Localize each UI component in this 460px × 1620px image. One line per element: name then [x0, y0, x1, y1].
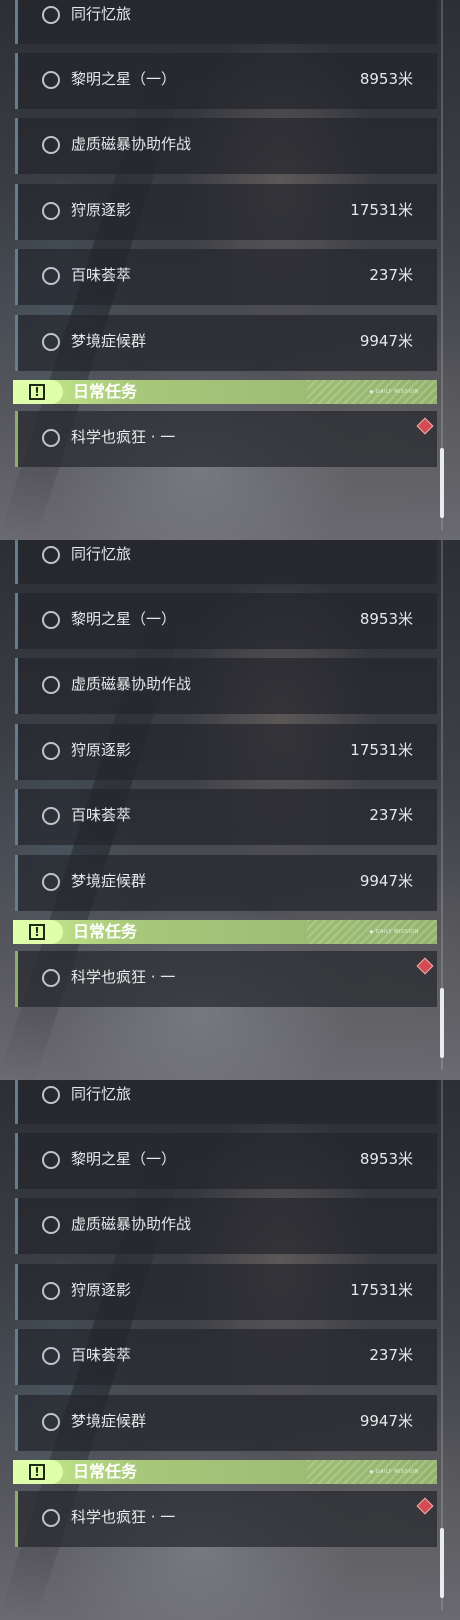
- circle-outline-icon: [42, 1413, 60, 1431]
- daily-quest-header[interactable]: ! 日常任务 ◆ DAILY MISSION: [13, 380, 437, 404]
- quest-panel: 同行忆旅 黎明之星（一） 8953米 虚质磁暴协助作战 狩原逐影 17531米 …: [0, 0, 460, 540]
- quest-distance: 9947米: [359, 872, 413, 890]
- circle-outline-icon: [42, 742, 60, 760]
- circle-outline-icon: [42, 1509, 60, 1527]
- quest-row[interactable]: 百味荟萃 237米: [15, 249, 437, 305]
- quest-distance: 9947米: [359, 332, 413, 350]
- circle-outline-icon: [42, 202, 60, 220]
- quest-name: 百味荟萃: [71, 1346, 132, 1364]
- quest-name: 黎明之星（一）: [71, 70, 177, 88]
- quest-distance: 237米: [369, 806, 413, 824]
- quest-name: 狩原逐影: [71, 741, 132, 759]
- circle-outline-icon: [42, 611, 60, 629]
- circle-outline-icon: [42, 6, 60, 24]
- circle-outline-icon: [42, 807, 60, 825]
- quest-row[interactable]: 百味荟萃 237米: [15, 789, 437, 845]
- quest-name: 科学也疯狂 · 一: [71, 968, 176, 986]
- quest-row[interactable]: 狩原逐影 17531米: [15, 1264, 437, 1320]
- quest-row[interactable]: 虚质磁暴协助作战: [15, 658, 437, 714]
- circle-outline-icon: [42, 1282, 60, 1300]
- quest-row[interactable]: 狩原逐影 17531米: [15, 724, 437, 780]
- quest-row[interactable]: 狩原逐影 17531米: [15, 184, 437, 240]
- quest-name: 同行忆旅: [71, 1085, 132, 1103]
- quest-row[interactable]: 同行忆旅: [15, 1080, 437, 1124]
- exclamation-box-icon: !: [29, 924, 45, 940]
- quest-name: 梦境症候群: [71, 872, 147, 890]
- quest-name: 百味荟萃: [71, 806, 132, 824]
- scrollbar-thumb[interactable]: [440, 1528, 444, 1598]
- quest-panel: 同行忆旅 黎明之星（一） 8953米 虚质磁暴协助作战 狩原逐影 17531米 …: [0, 1080, 460, 1620]
- quest-name: 百味荟萃: [71, 266, 132, 284]
- quest-distance: 8953米: [359, 610, 413, 628]
- circle-outline-icon: [42, 429, 60, 447]
- circle-outline-icon: [42, 1347, 60, 1365]
- quest-name: 同行忆旅: [71, 545, 132, 563]
- scrollbar-thumb[interactable]: [440, 448, 444, 518]
- quest-distance: 237米: [369, 1346, 413, 1364]
- quest-name: 黎明之星（一）: [71, 610, 177, 628]
- circle-outline-icon: [42, 71, 60, 89]
- quest-name: 虚质磁暴协助作战: [71, 675, 192, 693]
- quest-row[interactable]: 百味荟萃 237米: [15, 1329, 437, 1385]
- daily-quest-title: 日常任务: [73, 922, 138, 941]
- daily-quest-tag: ◆ DAILY MISSION: [369, 389, 419, 395]
- circle-outline-icon: [42, 333, 60, 351]
- quest-distance: 17531米: [350, 741, 413, 759]
- quest-row[interactable]: 梦境症候群 9947米: [15, 315, 437, 371]
- quest-row[interactable]: 黎明之星（一） 8953米: [15, 53, 437, 109]
- circle-outline-icon: [42, 1086, 60, 1104]
- daily-quest-title: 日常任务: [73, 1462, 138, 1481]
- circle-outline-icon: [42, 873, 60, 891]
- quest-name: 梦境症候群: [71, 1412, 147, 1430]
- daily-quest-row[interactable]: 科学也疯狂 · 一: [15, 411, 437, 467]
- circle-outline-icon: [42, 969, 60, 987]
- daily-quest-header[interactable]: ! 日常任务 ◆ DAILY MISSION: [13, 920, 437, 944]
- quest-distance: 8953米: [359, 70, 413, 88]
- quest-distance: 9947米: [359, 1412, 413, 1430]
- quest-distance: 17531米: [350, 201, 413, 219]
- daily-icon-badge: !: [13, 1460, 63, 1484]
- quest-row[interactable]: 同行忆旅: [15, 540, 437, 584]
- daily-quest-tag: ◆ DAILY MISSION: [369, 929, 419, 935]
- quest-distance: 17531米: [350, 1281, 413, 1299]
- quest-panel: 同行忆旅 黎明之星（一） 8953米 虚质磁暴协助作战 狩原逐影 17531米 …: [0, 540, 460, 1080]
- quest-distance: 8953米: [359, 1150, 413, 1168]
- quest-row[interactable]: 虚质磁暴协助作战: [15, 1198, 437, 1254]
- quest-row[interactable]: 梦境症候群 9947米: [15, 855, 437, 911]
- scrollbar-thumb[interactable]: [440, 988, 444, 1058]
- circle-outline-icon: [42, 1216, 60, 1234]
- quest-name: 梦境症候群: [71, 332, 147, 350]
- quest-name: 虚质磁暴协助作战: [71, 135, 192, 153]
- circle-outline-icon: [42, 676, 60, 694]
- daily-quest-row[interactable]: 科学也疯狂 · 一: [15, 1491, 437, 1547]
- daily-quest-row[interactable]: 科学也疯狂 · 一: [15, 951, 437, 1007]
- quest-name: 黎明之星（一）: [71, 1150, 177, 1168]
- daily-quest-header[interactable]: ! 日常任务 ◆ DAILY MISSION: [13, 1460, 437, 1484]
- daily-quest-tag: ◆ DAILY MISSION: [369, 1469, 419, 1475]
- quest-name: 虚质磁暴协助作战: [71, 1215, 192, 1233]
- circle-outline-icon: [42, 546, 60, 564]
- quest-row[interactable]: 梦境症候群 9947米: [15, 1395, 437, 1451]
- exclamation-box-icon: !: [29, 384, 45, 400]
- exclamation-box-icon: !: [29, 1464, 45, 1480]
- daily-icon-badge: !: [13, 920, 63, 944]
- circle-outline-icon: [42, 136, 60, 154]
- quest-name: 科学也疯狂 · 一: [71, 428, 176, 446]
- quest-row[interactable]: 虚质磁暴协助作战: [15, 118, 437, 174]
- quest-row[interactable]: 黎明之星（一） 8953米: [15, 1133, 437, 1189]
- daily-icon-badge: !: [13, 380, 63, 404]
- quest-row[interactable]: 同行忆旅: [15, 0, 437, 44]
- circle-outline-icon: [42, 267, 60, 285]
- quest-name: 狩原逐影: [71, 201, 132, 219]
- daily-quest-title: 日常任务: [73, 382, 138, 401]
- quest-name: 狩原逐影: [71, 1281, 132, 1299]
- circle-outline-icon: [42, 1151, 60, 1169]
- quest-name: 科学也疯狂 · 一: [71, 1508, 176, 1526]
- quest-distance: 237米: [369, 266, 413, 284]
- quest-row[interactable]: 黎明之星（一） 8953米: [15, 593, 437, 649]
- quest-name: 同行忆旅: [71, 5, 132, 23]
